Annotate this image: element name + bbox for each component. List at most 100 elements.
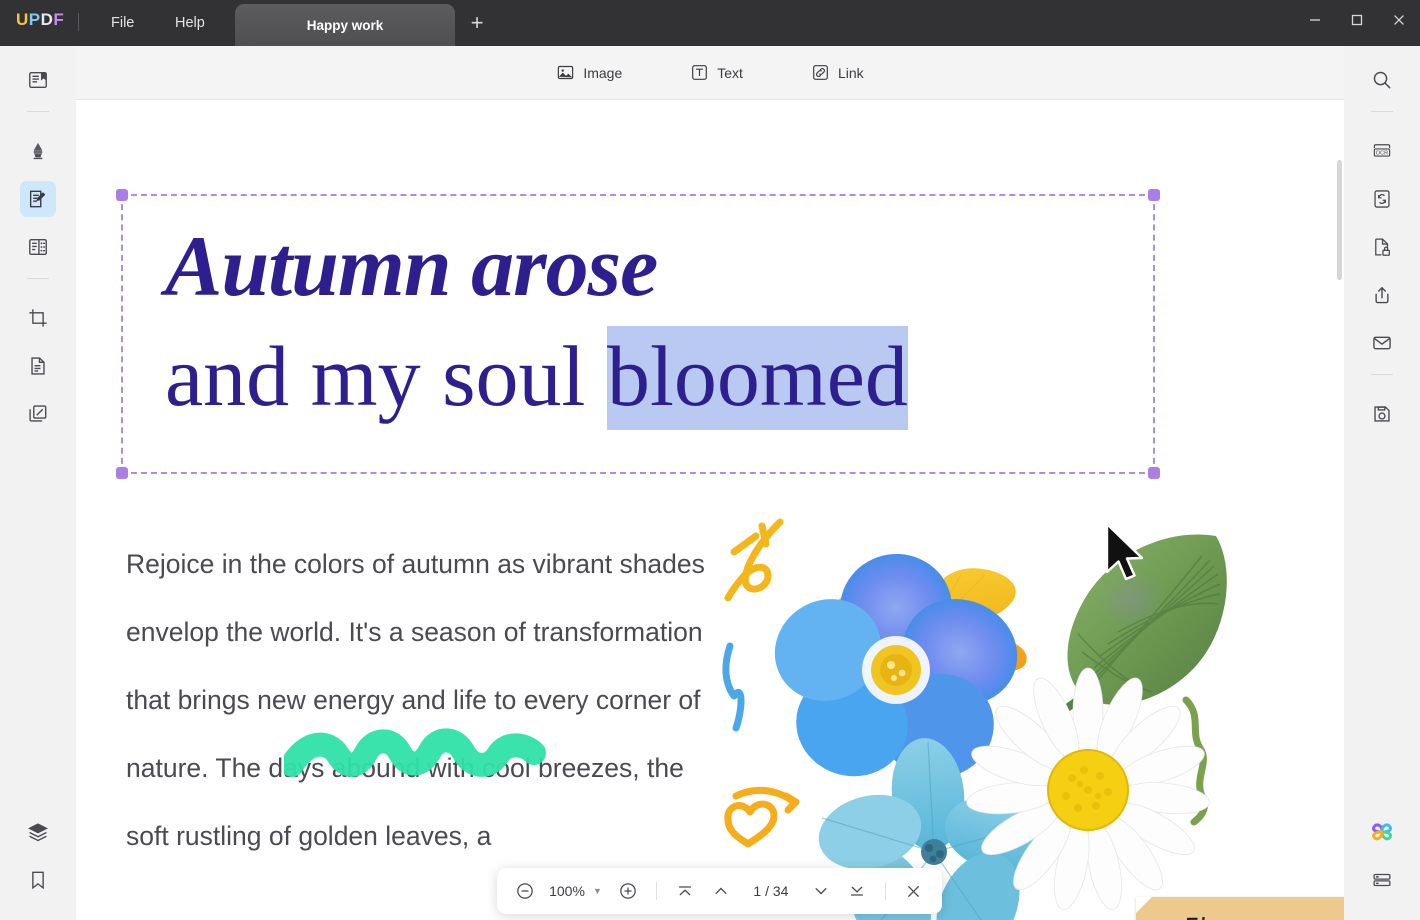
sidebar-item-edit-pdf[interactable] xyxy=(20,181,56,217)
image-icon xyxy=(556,63,575,82)
resize-handle-top-right[interactable] xyxy=(1148,189,1160,201)
logo-letter-u: U xyxy=(16,11,29,28)
pagebar-divider-1 xyxy=(656,882,657,900)
next-page-button[interactable] xyxy=(805,875,837,907)
first-page-button[interactable] xyxy=(669,875,701,907)
rail-item-ocr[interactable]: OCR xyxy=(1364,133,1400,169)
sidebar-item-batch[interactable] xyxy=(20,396,56,432)
batch-icon xyxy=(27,403,49,425)
logo-letter-d: D xyxy=(41,11,54,28)
sticky-note-annotation[interactable]: Flowers . Style yellow xyxy=(1136,897,1344,920)
bookmark-icon xyxy=(27,869,49,891)
zoom-in-icon xyxy=(618,881,638,901)
resize-handle-bottom-right[interactable] xyxy=(1148,467,1160,479)
sidebar-item-organize-pages[interactable] xyxy=(20,229,56,265)
document-tab-label: Happy work xyxy=(307,18,384,33)
maximize-button[interactable] xyxy=(1336,0,1378,40)
link-icon xyxy=(811,63,830,82)
maximize-icon xyxy=(1350,13,1364,27)
save-icon xyxy=(1371,403,1393,425)
close-pagebar-button[interactable] xyxy=(898,875,930,907)
title-bar: U P D F File Help Happy work + xyxy=(0,0,1420,46)
protect-lock-icon xyxy=(1371,236,1393,258)
resize-handle-bottom-left[interactable] xyxy=(116,467,128,479)
heading-selected-word[interactable]: bloomed xyxy=(607,326,908,430)
email-icon xyxy=(1371,332,1393,354)
edit-toolbar: Image Text Link xyxy=(76,46,1344,100)
reader-view-icon xyxy=(27,69,49,91)
highlighter-icon xyxy=(27,140,49,162)
last-page-button[interactable] xyxy=(841,875,873,907)
minimize-icon xyxy=(1308,13,1322,27)
sidebar-item-layers[interactable] xyxy=(20,814,56,850)
rail-divider-2 xyxy=(27,278,49,279)
toolbar-link-button[interactable]: Link xyxy=(801,57,874,88)
properties-icon xyxy=(1371,869,1393,891)
menu-file[interactable]: File xyxy=(104,12,141,34)
toolbar-text-label: Text xyxy=(717,65,743,81)
flower-collage-image[interactable] xyxy=(716,500,1316,920)
sidebar-item-reader[interactable] xyxy=(20,62,56,98)
ocr-icon: OCR xyxy=(1371,140,1393,162)
sticky-note-fold xyxy=(1136,897,1152,913)
toolbar-text-button[interactable]: Text xyxy=(680,57,753,88)
window-controls xyxy=(1294,0,1420,40)
resize-handle-top-left[interactable] xyxy=(116,189,128,201)
rail-item-search[interactable] xyxy=(1364,62,1400,98)
document-canvas[interactable]: Autumn arose and my soul bloomed Rejoice… xyxy=(76,100,1344,920)
titlebar-divider xyxy=(78,13,79,31)
heading-line-2[interactable]: and my soul bloomed xyxy=(165,326,908,426)
pdf-page[interactable]: Autumn arose and my soul bloomed Rejoice… xyxy=(76,100,1344,920)
page-indicator[interactable]: 1 / 34 xyxy=(741,879,801,903)
menu-help[interactable]: Help xyxy=(168,12,212,34)
body-paragraph[interactable]: Rejoice in the colors of autumn as vibra… xyxy=(126,530,726,870)
left-rail-bottom xyxy=(0,808,76,904)
close-button[interactable] xyxy=(1378,0,1420,40)
page-scrollbar[interactable] xyxy=(1337,160,1342,280)
right-rail-bottom xyxy=(1344,808,1420,904)
sidebar-item-crop[interactable] xyxy=(20,300,56,336)
ai-assistant-icon xyxy=(1369,819,1395,845)
rail-item-ai-assistant[interactable] xyxy=(1364,814,1400,850)
minimize-button[interactable] xyxy=(1294,0,1336,40)
rail-item-share[interactable] xyxy=(1364,277,1400,313)
cursor-glow xyxy=(1096,570,1166,630)
logo-letter-p: P xyxy=(29,11,41,28)
toolbar-image-label: Image xyxy=(583,65,622,81)
orange-heart-doodle xyxy=(728,790,796,844)
convert-page-icon xyxy=(27,355,49,377)
zoom-dropdown-chevron-down-icon[interactable]: ▼ xyxy=(593,886,608,896)
svg-text:OCR: OCR xyxy=(1376,150,1388,156)
updf-window: U P D F File Help Happy work + xyxy=(0,0,1420,920)
rail-divider-1 xyxy=(27,111,49,112)
right-rail-divider-2 xyxy=(1371,374,1393,375)
selected-text-box[interactable]: Autumn arose and my soul bloomed xyxy=(121,194,1155,474)
sidebar-item-bookmark[interactable] xyxy=(20,862,56,898)
zoom-out-button[interactable] xyxy=(509,875,541,907)
close-icon xyxy=(904,882,923,901)
rail-item-email[interactable] xyxy=(1364,325,1400,361)
first-page-icon xyxy=(675,881,695,901)
document-tab[interactable]: Happy work xyxy=(235,4,455,46)
toolbar-image-button[interactable]: Image xyxy=(546,57,632,88)
right-toolbar: OCR xyxy=(1344,46,1420,920)
rail-item-convert[interactable] xyxy=(1364,181,1400,217)
rail-item-properties[interactable] xyxy=(1364,862,1400,898)
sidebar-item-convert-page[interactable] xyxy=(20,348,56,384)
yellow-doodle-top xyxy=(728,522,780,598)
heading-line-1[interactable]: Autumn arose xyxy=(165,216,657,316)
search-icon xyxy=(1371,69,1393,91)
rail-item-protect[interactable] xyxy=(1364,229,1400,265)
app-shell: Image Text Link xyxy=(0,46,1420,920)
new-tab-button[interactable]: + xyxy=(465,12,489,36)
rail-item-save[interactable] xyxy=(1364,396,1400,432)
zoom-level-label[interactable]: 100% xyxy=(545,883,589,899)
toolbar-link-label: Link xyxy=(838,65,864,81)
sticky-note-title: Flowers xyxy=(1183,913,1288,920)
blue-doodle-left xyxy=(726,646,741,728)
updf-logo: U P D F xyxy=(16,11,64,28)
sidebar-item-comment[interactable] xyxy=(20,133,56,169)
previous-page-button[interactable] xyxy=(705,875,737,907)
zoom-in-button[interactable] xyxy=(612,875,644,907)
page-organize-icon xyxy=(27,236,49,258)
